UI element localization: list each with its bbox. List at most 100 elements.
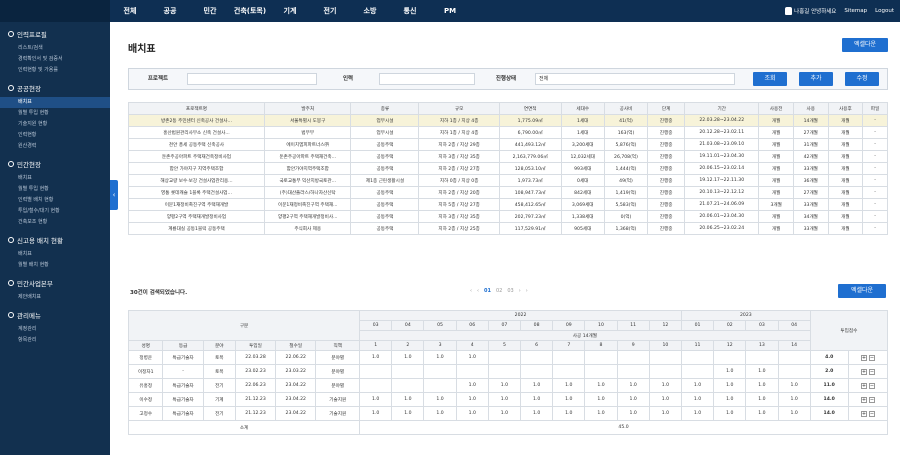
- table-row[interactable]: 합안 가야지구 지역주택조합 함안가야지역주택조합 공동주택 지하 2층 / 지상 2…: [128, 162, 888, 175]
- value-cell[interactable]: 1.0: [777, 378, 811, 393]
- table-row[interactable]: 유홍정 특급기술자 전기 22.06.23 23.04.22 분야별 1.0 1.0 1.0 1.…: [127, 378, 889, 393]
- sidebar-section[interactable]: 인력프로필: [0, 22, 110, 43]
- value-cell[interactable]: 1.0: [552, 406, 586, 421]
- nav-item[interactable]: 공공: [150, 0, 190, 22]
- value-cell[interactable]: 1.0: [616, 406, 650, 421]
- value-cell[interactable]: [777, 350, 811, 365]
- minus-icon[interactable]: −: [868, 368, 875, 375]
- value-cell[interactable]: [616, 350, 650, 365]
- value-cell[interactable]: 1.0: [552, 392, 586, 407]
- page-link[interactable]: 02: [496, 288, 502, 294]
- plus-icon[interactable]: +: [860, 396, 867, 403]
- value-cell[interactable]: [359, 364, 393, 379]
- value-cell[interactable]: [745, 350, 779, 365]
- value-cell[interactable]: 1.0: [584, 378, 618, 393]
- value-cell[interactable]: [648, 350, 682, 365]
- value-cell[interactable]: 1.0: [391, 392, 425, 407]
- add-button[interactable]: 추가: [799, 72, 833, 86]
- table-row[interactable]: 정병운 특급기술자 토목 22.03.28 22.06.22 분야별 1.0 1.0 1.0 1.…: [127, 350, 889, 365]
- minus-icon[interactable]: −: [868, 410, 875, 417]
- minus-icon[interactable]: −: [868, 354, 875, 361]
- value-cell[interactable]: 1.0: [713, 378, 747, 393]
- logout-link[interactable]: Logout: [875, 8, 894, 14]
- table-row[interactable]: 둔촌주공아파트 주택재건축정비사업 둔촌주공아파트 주택재건축... 공동주택 지하 …: [128, 150, 888, 163]
- sidebar-item[interactable]: 배치표: [0, 249, 110, 260]
- sidebar-item[interactable]: 리스트/검색: [0, 43, 110, 54]
- sidebar-item[interactable]: 기술지원 현황: [0, 119, 110, 130]
- value-cell[interactable]: 1.0: [713, 406, 747, 421]
- minus-icon[interactable]: −: [868, 396, 875, 403]
- table-row[interactable]: 계룡대실 공동1블럭 공동주택 주식회사 제용 공동주택 지하 2층 / 지상 25층…: [128, 222, 888, 235]
- value-cell[interactable]: 1.0: [391, 406, 425, 421]
- value-cell[interactable]: 1.0: [777, 392, 811, 407]
- value-cell[interactable]: 1.0: [680, 392, 715, 407]
- nav-item[interactable]: PM: [430, 0, 470, 22]
- value-cell[interactable]: 1.0: [455, 392, 489, 407]
- value-cell[interactable]: 1.0: [745, 378, 779, 393]
- sidebar-item[interactable]: 경력확인서 및 검증서: [0, 54, 110, 65]
- nav-item[interactable]: 기계: [270, 0, 310, 22]
- plus-icon[interactable]: +: [860, 410, 867, 417]
- value-cell[interactable]: [520, 364, 554, 379]
- value-cell[interactable]: 1.0: [487, 378, 522, 393]
- table-row[interactable]: 홍산법원관리사무소 신축 건설사... 법무부 업무시설 지하 1층 / 지상 4층 6…: [128, 126, 888, 139]
- value-cell[interactable]: 1.0: [648, 378, 682, 393]
- value-cell[interactable]: 1.0: [648, 392, 682, 407]
- sidebar-section[interactable]: 민간현장: [0, 152, 110, 173]
- excel-download-button[interactable]: 엑셀다운: [842, 38, 888, 52]
- value-cell[interactable]: 1.0: [359, 406, 393, 421]
- sidebar-item[interactable]: 배치표: [0, 173, 110, 184]
- page-link[interactable]: ‹: [477, 288, 479, 294]
- value-cell[interactable]: [487, 364, 522, 379]
- value-cell[interactable]: 1.0: [423, 406, 457, 421]
- value-cell[interactable]: 1.0: [455, 350, 489, 365]
- table-row[interactable]: 방촌2동 주민센터 신축공사 건설사... 서울특별시 도봉구 업무시설 지하 1층 …: [128, 114, 888, 127]
- value-cell[interactable]: [455, 364, 489, 379]
- value-cell[interactable]: [359, 378, 393, 393]
- sitemap-link[interactable]: Sitemap: [844, 8, 867, 14]
- value-cell[interactable]: [680, 364, 715, 379]
- sidebar-item[interactable]: 투입/철수/대기 현황: [0, 206, 110, 217]
- nav-item[interactable]: 전체: [110, 0, 150, 22]
- nav-item[interactable]: 민간: [190, 0, 230, 22]
- value-cell[interactable]: 1.0: [616, 392, 650, 407]
- value-cell[interactable]: [648, 364, 682, 379]
- nav-item[interactable]: 전기: [310, 0, 350, 22]
- logo[interactable]: [0, 0, 110, 22]
- value-cell[interactable]: [423, 378, 457, 393]
- value-cell[interactable]: [713, 350, 747, 365]
- value-cell[interactable]: 1.0: [552, 378, 586, 393]
- value-cell[interactable]: [584, 350, 618, 365]
- page-link[interactable]: ›: [526, 288, 528, 294]
- excel-download-button-2[interactable]: 엑셀다운: [838, 284, 886, 298]
- sidebar-item[interactable]: 월별 배치 현황: [0, 260, 110, 271]
- value-cell[interactable]: 1.0: [584, 392, 618, 407]
- value-cell[interactable]: [487, 350, 522, 365]
- table-row[interactable]: 이수정 특급기술자 기계 21.12.23 23.04.22 기술지원 1.0 1.0 1.0 1…: [127, 392, 889, 407]
- sidebar-section[interactable]: 신고용 배치 현황: [0, 228, 110, 249]
- value-cell[interactable]: 1.0: [487, 406, 522, 421]
- value-cell[interactable]: [391, 364, 425, 379]
- value-cell[interactable]: [680, 350, 715, 365]
- value-cell[interactable]: 1.0: [745, 364, 779, 379]
- status-select[interactable]: 전체: [535, 73, 735, 85]
- value-cell[interactable]: [520, 350, 554, 365]
- sidebar-item[interactable]: 인력별 배치 현황: [0, 195, 110, 206]
- value-cell[interactable]: 1.0: [359, 392, 393, 407]
- table-row[interactable]: 해상교량 보수·보강 건설사업관리용... 국토교통부 익산지방국토관... 제1종…: [128, 174, 888, 187]
- value-cell[interactable]: 1.0: [680, 406, 715, 421]
- value-cell[interactable]: 1.0: [777, 406, 811, 421]
- value-cell[interactable]: 1.0: [713, 392, 747, 407]
- nav-item[interactable]: 소방: [350, 0, 390, 22]
- value-cell[interactable]: 1.0: [455, 406, 489, 421]
- value-cell[interactable]: [391, 378, 425, 393]
- value-cell[interactable]: 1.0: [487, 392, 522, 407]
- sidebar-section[interactable]: 공공현장: [0, 76, 110, 97]
- sidebar-item[interactable]: 계정관리: [0, 324, 110, 335]
- sidebar-section[interactable]: 민간사업본부: [0, 271, 110, 292]
- value-cell[interactable]: 1.0: [616, 378, 650, 393]
- plus-icon[interactable]: +: [860, 368, 867, 375]
- sidebar-item[interactable]: 인력현황: [0, 130, 110, 141]
- value-cell[interactable]: 1.0: [745, 406, 779, 421]
- value-cell[interactable]: [616, 364, 650, 379]
